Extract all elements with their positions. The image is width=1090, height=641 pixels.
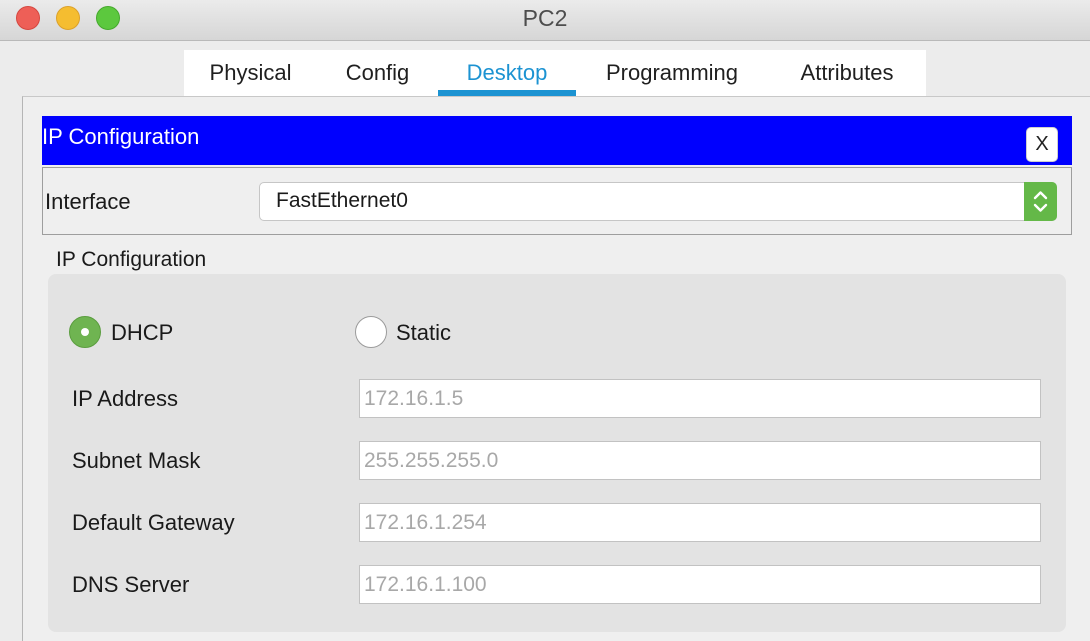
- tab-desktop[interactable]: Desktop: [438, 50, 576, 96]
- tab-config[interactable]: Config: [317, 50, 438, 96]
- ip-address-field[interactable]: [359, 379, 1041, 418]
- tab-physical[interactable]: Physical: [184, 50, 317, 96]
- dhcp-radio[interactable]: [69, 316, 101, 348]
- ip-config-title: IP Configuration: [42, 124, 200, 149]
- ip-configuration-section-label: IP Configuration: [56, 248, 207, 271]
- pc2-window: PC2 Physical Config Desktop Programming …: [0, 0, 1090, 641]
- dns-server-label: DNS Server: [72, 572, 190, 597]
- title-bar: PC2: [0, 0, 1090, 41]
- radio-selected-icon: [81, 328, 89, 336]
- subnet-mask-label: Subnet Mask: [72, 448, 201, 473]
- interface-select-value: FastEthernet0: [276, 189, 408, 212]
- interface-label: Interface: [45, 189, 131, 214]
- chevron-up-down-icon: [1024, 182, 1057, 221]
- default-gateway-label: Default Gateway: [72, 510, 235, 535]
- tab-programming[interactable]: Programming: [576, 50, 768, 96]
- tab-bar: Physical Config Desktop Programming Attr…: [184, 50, 926, 96]
- ip-config-header: IP Configuration: [42, 116, 1072, 165]
- window-title: PC2: [522, 5, 568, 31]
- dhcp-radio-label[interactable]: DHCP: [111, 320, 173, 346]
- subnet-mask-field[interactable]: [359, 441, 1041, 480]
- default-gateway-field[interactable]: [359, 503, 1041, 542]
- ip-address-label: IP Address: [72, 386, 178, 411]
- close-ip-config-button[interactable]: X: [1026, 127, 1058, 162]
- close-icon: X: [1035, 133, 1049, 155]
- tab-attributes[interactable]: Attributes: [768, 50, 926, 96]
- dns-server-field[interactable]: [359, 565, 1041, 604]
- static-radio[interactable]: [355, 316, 387, 348]
- interface-select[interactable]: FastEthernet0: [259, 182, 1057, 221]
- static-radio-label[interactable]: Static: [396, 320, 451, 346]
